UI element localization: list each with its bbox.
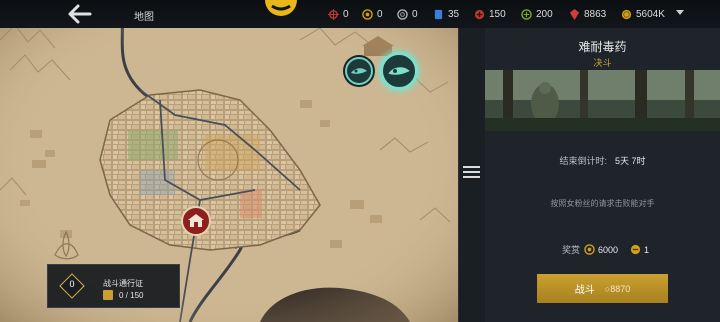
resource-grey-token[interactable]: 0 — [397, 7, 418, 21]
chevron-badge-icon — [103, 290, 113, 300]
event-image — [485, 70, 720, 131]
red-gem-icon — [569, 8, 580, 20]
resource-red-token[interactable]: 150 — [474, 7, 506, 21]
resource-blue-card[interactable]: 35 — [433, 7, 459, 21]
snake-icon — [388, 67, 410, 75]
battle-pass-level: 0 — [69, 279, 75, 289]
battle-pass-progress-value: 0 / 150 — [119, 290, 144, 300]
page-title: 地图 — [134, 12, 154, 23]
toxic-event-marker[interactable] — [345, 57, 373, 85]
hideout-marker[interactable] — [181, 206, 211, 236]
battle-pass-progress: 0 / 150 — [103, 290, 143, 300]
resource-red-gem[interactable]: 8863 — [569, 7, 606, 21]
gold-coin-icon — [584, 244, 595, 255]
fight-cost: ○8870 — [604, 283, 631, 294]
crosshair-icon — [328, 8, 339, 20]
fight-button[interactable]: 战斗 ○8870 — [537, 274, 668, 303]
fight-cost-value: 8870 — [610, 283, 631, 294]
reward-tokens: 1 — [644, 244, 650, 255]
blue-card-icon — [434, 9, 443, 19]
resource-value: 5604K — [636, 8, 665, 20]
fight-label: 战斗 — [574, 285, 595, 296]
resource-green-token[interactable]: 200 — [521, 7, 553, 21]
faction-emblem-icon — [265, 0, 297, 16]
reward-label: 奖赏 — [562, 245, 581, 255]
chevron-down-icon[interactable] — [676, 10, 684, 15]
event-type: 决斗 — [593, 58, 612, 68]
resource-crosshair[interactable]: 0 — [328, 7, 349, 21]
battle-pass-widget[interactable]: 0 战斗通行证 0 / 150 — [47, 264, 180, 308]
grey-token-icon — [397, 8, 408, 20]
gold-coin-icon — [621, 9, 632, 19]
resource-value: 200 — [536, 8, 553, 20]
red-token-icon — [474, 9, 485, 19]
resource-gold-coin[interactable]: 5604K — [621, 7, 665, 21]
resource-coin-ring[interactable]: 0 — [362, 7, 383, 21]
resource-value: 0 — [343, 8, 349, 20]
temple-icon — [188, 214, 204, 227]
token-icon — [630, 244, 641, 255]
resource-value: 150 — [489, 8, 506, 20]
event-panel: 难耐毒药 决斗 结束倒计时: 5天 7时 按照女粉丝的请求击败能对手 奖赏 600… — [485, 28, 720, 322]
resource-value: 8863 — [584, 8, 607, 20]
resource-value: 0 — [412, 8, 418, 20]
reward-row: 奖赏 6000 1 — [562, 243, 657, 256]
countdown-value: 5天 7时 — [615, 156, 646, 166]
reward-coins: 6000 — [598, 244, 619, 255]
green-token-icon — [521, 8, 532, 20]
resource-value: 0 — [377, 8, 383, 20]
countdown-label: 结束倒计时: — [559, 156, 607, 166]
battle-pass-title: 战斗通行证 — [103, 279, 143, 288]
countdown: 结束倒计时: 5天 7时 — [485, 154, 720, 167]
selected-duel-marker[interactable] — [380, 52, 418, 90]
event-description: 按照女粉丝的请求击败能对手 — [550, 199, 655, 208]
coin-ring-icon — [362, 8, 373, 20]
menu-icon[interactable] — [463, 166, 480, 180]
resource-value: 35 — [448, 8, 460, 20]
snake-icon — [351, 68, 367, 74]
event-title: 难耐毒药 — [578, 40, 627, 54]
back-arrow-icon[interactable] — [64, 2, 96, 26]
top-bar: 地图 0 0 0 35 150 200 8863 5604K — [0, 0, 720, 28]
